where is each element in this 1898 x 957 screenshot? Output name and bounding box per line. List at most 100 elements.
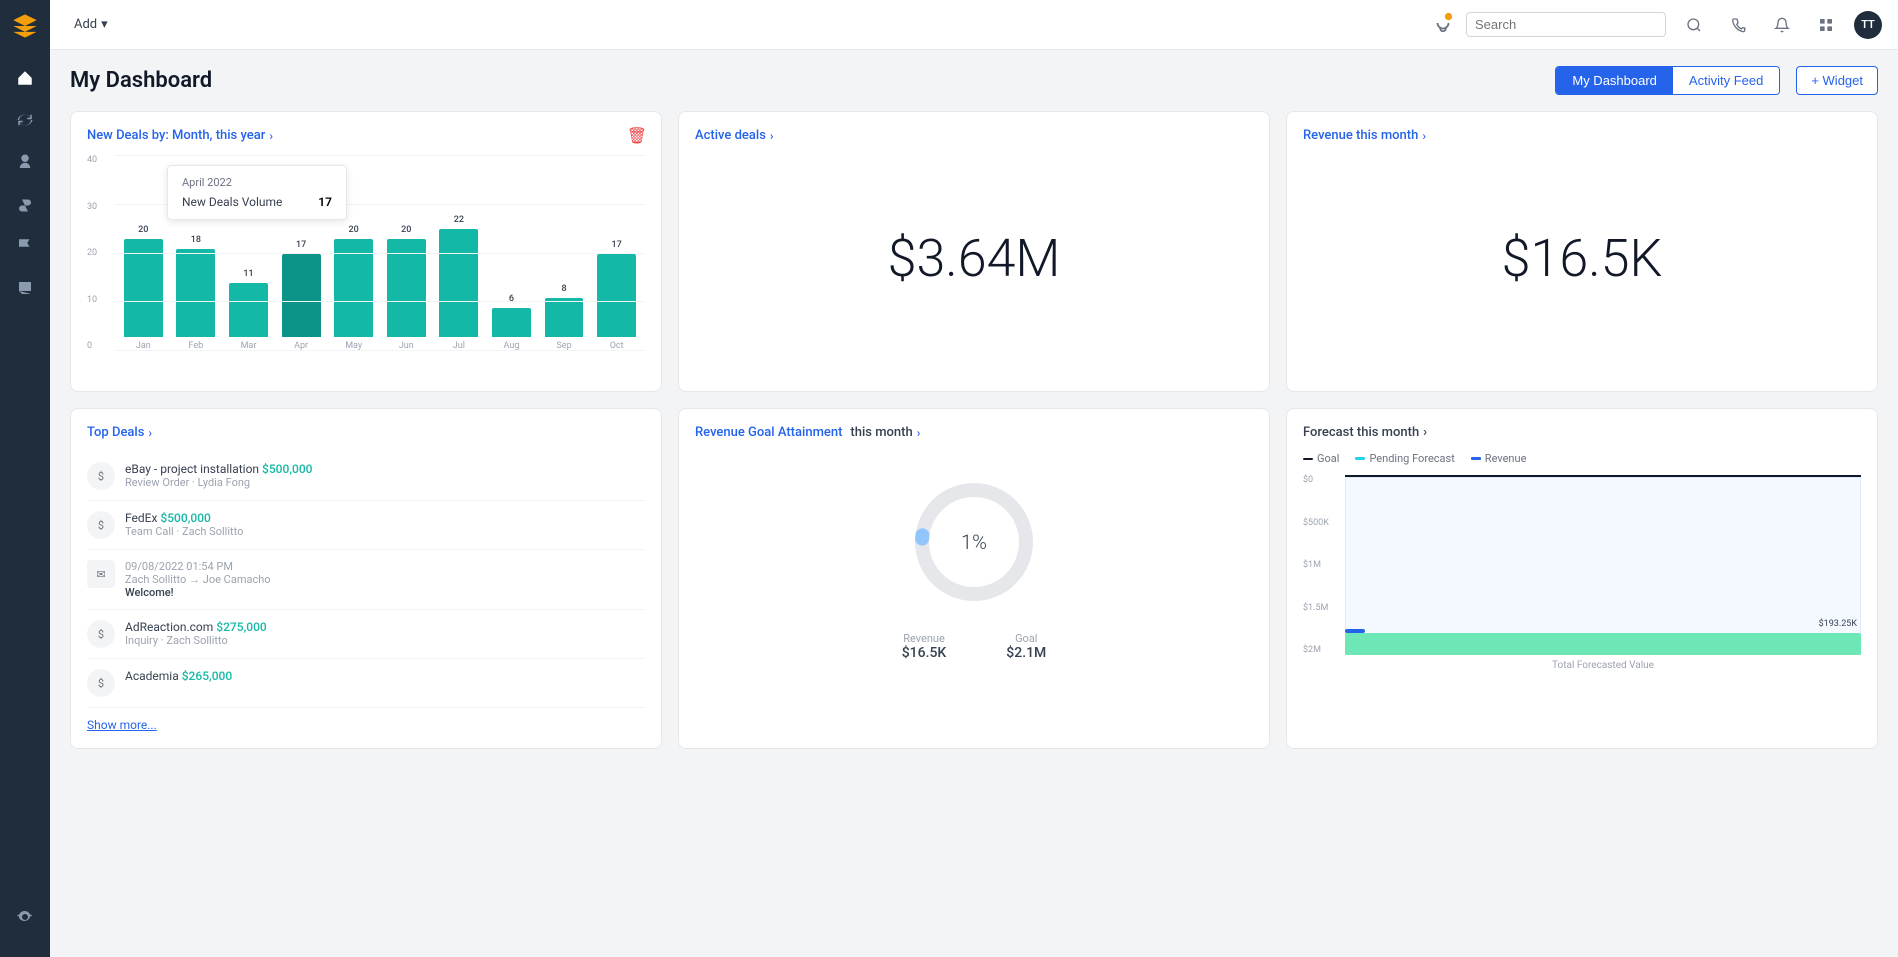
sidebar-item-flag[interactable] bbox=[5, 226, 45, 266]
chevron-down-icon: ▾ bbox=[101, 17, 108, 32]
sidebar-item-refresh[interactable] bbox=[5, 100, 45, 140]
sidebar-item-home[interactable] bbox=[5, 58, 45, 98]
forecast-y-axis: $2M $1.5M $1M $500K $0 bbox=[1303, 475, 1343, 655]
bar-aug[interactable]: 6 bbox=[492, 308, 531, 337]
tooltip-label: New Deals Volume bbox=[182, 195, 282, 209]
forecast-bars bbox=[1345, 625, 1861, 655]
sidebar bbox=[0, 0, 50, 957]
bar-group-sep: 8Sep bbox=[540, 155, 589, 351]
donut-labels: Revenue $16.5K Goal $2.1M bbox=[902, 632, 1047, 661]
legend-revenue: Revenue bbox=[1471, 452, 1527, 465]
deal-item-3-email: ✉ 09/08/2022 01:54 PM Zach Sollitto → Jo… bbox=[87, 550, 645, 610]
chevron-right-icon: › bbox=[1422, 129, 1426, 143]
forecast-chart-area: $2M $1.5M $1M $500K $0 bbox=[1303, 475, 1861, 675]
forecast-legend: Goal Pending Forecast Revenue bbox=[1303, 452, 1861, 465]
search-button[interactable] bbox=[1678, 9, 1710, 41]
bar-may[interactable]: 20 bbox=[334, 239, 373, 337]
add-button[interactable]: Add ▾ bbox=[66, 13, 116, 36]
bar-apr[interactable]: 17 bbox=[282, 254, 321, 337]
mail-icon: ✉ bbox=[87, 560, 115, 588]
chevron-right-icon: › bbox=[148, 426, 152, 440]
donut-container: 1% Revenue $16.5K Goal $2.1M bbox=[695, 452, 1253, 671]
forecast-title: Forecast this month › bbox=[1303, 425, 1861, 440]
pending-forecast-bar bbox=[1345, 633, 1861, 655]
bar-mar[interactable]: 11 bbox=[229, 283, 268, 337]
new-deals-title: New Deals by: Month, this year › bbox=[87, 128, 645, 143]
dashboard-grid: New Deals by: Month, this year › 🗑 April… bbox=[70, 111, 1878, 749]
revenue-legend-dot bbox=[1471, 457, 1481, 460]
tooltip-date: April 2022 bbox=[182, 176, 332, 189]
bell-button[interactable] bbox=[1766, 9, 1798, 41]
revenue-goal-card: Revenue Goal Attainment this month › 1% bbox=[678, 408, 1270, 749]
top-deals-card: Top Deals › $ eBay - project installatio… bbox=[70, 408, 662, 749]
sidebar-item-settings[interactable] bbox=[5, 897, 45, 937]
tab-activity-feed[interactable]: Activity Feed bbox=[1673, 67, 1779, 94]
dollar-icon-2: $ bbox=[87, 511, 115, 539]
chevron-right-icon: › bbox=[1423, 425, 1427, 440]
forecast-x-label: Total Forecasted Value bbox=[1345, 660, 1861, 671]
tooltip-row: New Deals Volume 17 bbox=[182, 195, 332, 209]
add-label: Add bbox=[74, 17, 97, 32]
chevron-right-icon: › bbox=[917, 426, 921, 440]
deal-item-5: $ Academia $265,000 bbox=[87, 659, 645, 708]
chart-tooltip: April 2022 New Deals Volume 17 bbox=[167, 165, 347, 220]
sidebar-item-person[interactable] bbox=[5, 142, 45, 182]
revenue-stat: Revenue $16.5K bbox=[902, 632, 947, 661]
apps-button[interactable] bbox=[1810, 9, 1842, 41]
dollar-icon-4: $ bbox=[87, 620, 115, 648]
tab-group: My Dashboard Activity Feed bbox=[1555, 66, 1780, 95]
sidebar-item-chart[interactable] bbox=[5, 310, 45, 350]
bar-group-jul: 22Jul bbox=[435, 155, 484, 351]
bar-jun[interactable]: 20 bbox=[387, 239, 426, 337]
tooltip-value: 17 bbox=[318, 195, 332, 209]
legend-goal: Goal bbox=[1303, 452, 1339, 465]
notification-icon-wrap bbox=[1432, 12, 1454, 38]
revenue-month-value: $16.5K bbox=[1303, 155, 1861, 362]
delete-icon[interactable]: 🗑 bbox=[627, 126, 647, 145]
y-axis: 0 10 20 30 40 bbox=[87, 155, 111, 351]
revenue-month-title: Revenue this month › bbox=[1303, 128, 1861, 143]
dollar-icon-1: $ bbox=[87, 462, 115, 490]
avatar[interactable]: TT bbox=[1854, 11, 1882, 39]
deal-item-2: $ FedEx $500,000 Team Call · Zach Sollit… bbox=[87, 501, 645, 550]
active-deals-title: Active deals › bbox=[695, 128, 1253, 143]
show-more-link[interactable]: Show more... bbox=[87, 718, 645, 732]
chevron-right-icon: › bbox=[269, 129, 273, 143]
topbar: Add ▾ TT bbox=[50, 0, 1898, 50]
bar-jan[interactable]: 20 bbox=[124, 239, 163, 337]
active-deals-card: Active deals › $3.64M bbox=[678, 111, 1270, 392]
chart-area: April 2022 New Deals Volume 17 20Jan18Fe… bbox=[87, 155, 645, 375]
deal-item-4: $ AdReaction.com $275,000 Inquiry · Zach… bbox=[87, 610, 645, 659]
top-deals-title: Top Deals › bbox=[87, 425, 645, 440]
main-container: Add ▾ TT bbox=[50, 0, 1898, 957]
deal-item-1: $ eBay - project installation $500,000 R… bbox=[87, 452, 645, 501]
revenue-bar bbox=[1345, 629, 1365, 633]
sidebar-logo bbox=[9, 10, 41, 42]
add-widget-button[interactable]: + Widget bbox=[1796, 66, 1878, 95]
bar-group-oct: 17Oct bbox=[592, 155, 641, 351]
active-deals-value: $3.64M bbox=[695, 155, 1253, 362]
donut-center-value: 1% bbox=[961, 530, 987, 554]
bar-group-jun: 20Jun bbox=[382, 155, 431, 351]
page-title: My Dashboard bbox=[70, 68, 1555, 93]
search-input[interactable] bbox=[1466, 12, 1666, 37]
dollar-icon-5: $ bbox=[87, 669, 115, 697]
sidebar-item-dollar[interactable] bbox=[5, 184, 45, 224]
topbar-icons: TT bbox=[1432, 9, 1882, 41]
bar-feb[interactable]: 18 bbox=[176, 249, 215, 337]
legend-pending: Pending Forecast bbox=[1355, 452, 1454, 465]
bar-oct[interactable]: 17 bbox=[597, 254, 636, 337]
forecast-card: Forecast this month › Goal Pending Forec… bbox=[1286, 408, 1878, 749]
bar-group-aug: 6Aug bbox=[487, 155, 536, 351]
sidebar-item-chat[interactable] bbox=[5, 268, 45, 308]
revenue-month-card: Revenue this month › $16.5K bbox=[1286, 111, 1878, 392]
content-area: My Dashboard My Dashboard Activity Feed … bbox=[50, 50, 1898, 957]
forecast-value-label: $193.25K bbox=[1819, 619, 1857, 629]
goal-stat: Goal $2.1M bbox=[1006, 632, 1046, 661]
donut-chart: 1% bbox=[904, 472, 1044, 612]
phone-button[interactable] bbox=[1722, 9, 1754, 41]
page-header: My Dashboard My Dashboard Activity Feed … bbox=[70, 66, 1878, 95]
bar-jul[interactable]: 22 bbox=[439, 229, 478, 337]
bar-sep[interactable]: 8 bbox=[545, 298, 584, 337]
tab-my-dashboard[interactable]: My Dashboard bbox=[1556, 67, 1673, 94]
